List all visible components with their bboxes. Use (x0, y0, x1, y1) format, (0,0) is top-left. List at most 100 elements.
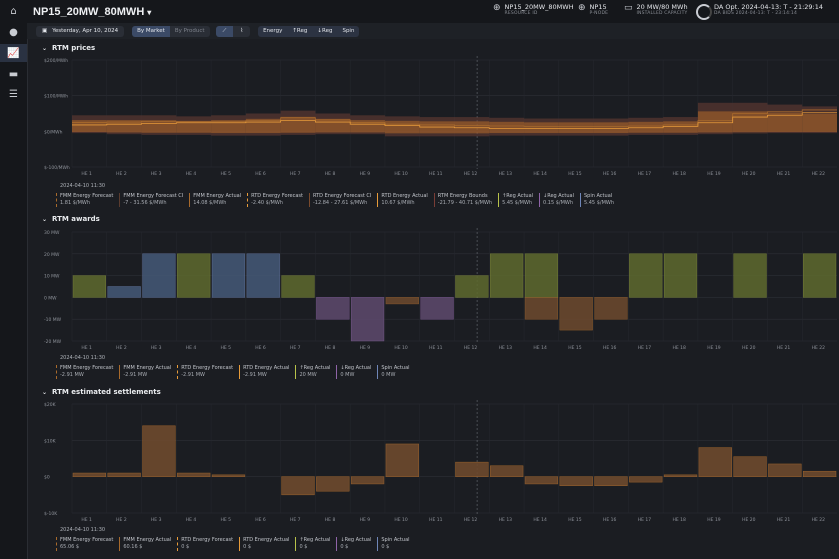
settlement-bar (802, 470, 837, 477)
x-tick-label: HE 21 (777, 517, 791, 523)
x-tick-label: HE 10 (394, 517, 408, 523)
settlement-bar (768, 463, 802, 477)
x-tick-label: HE 12 (464, 517, 478, 523)
legend-item-value: 0 $ (243, 544, 252, 550)
settlement-bar (177, 472, 211, 477)
x-tick-label: HE 5 (220, 517, 231, 523)
legend-item[interactable]: Spin Actual 0 MW (377, 365, 410, 379)
legend-item-name: FMM Energy Forecast (60, 365, 114, 371)
settlement-bar (594, 476, 628, 486)
legend-item[interactable]: FMM Energy Forecast 65.06 $ (56, 537, 113, 551)
legend-item[interactable]: ↑Reg Actual 5.45 $/MWh (498, 193, 533, 207)
x-tick-label: HE 18 (673, 517, 687, 523)
settlement-bar (490, 465, 524, 477)
prices-timestamp: 2024-04-10 11:30 (60, 183, 106, 189)
legend-item[interactable]: FMM Energy Actual -2.91 MW (119, 365, 171, 379)
legend-item-name: Spin Actual (381, 537, 410, 543)
legend-item[interactable]: RTD Energy Forecast -2.40 $/MWh (247, 193, 303, 207)
x-tick-label: HE 1 (81, 517, 92, 523)
legend-item-name: RTD Energy Forecast (181, 365, 234, 371)
legend-item[interactable]: RTD Energy Forecast -2.91 MW (177, 365, 233, 379)
legend-item-name: Spin Actual (381, 365, 410, 371)
legend-item-value: 10.67 $/MWh (381, 200, 415, 206)
x-tick-label: HE 11 (429, 517, 443, 523)
legend-item[interactable]: ↑Reg Actual 20 MW (295, 365, 330, 379)
legend-item-value: 0 $ (381, 544, 390, 550)
settlement-bar (211, 474, 246, 477)
legend-item-name: RTD Energy Forecast (251, 193, 303, 199)
legend-item-value: 60.16 $ (123, 544, 143, 550)
y-tick-label: $10K (44, 438, 57, 444)
legend-item-name: ↑Reg Actual (299, 537, 331, 543)
legend-item[interactable]: RTD Energy Actual 0 $ (239, 537, 289, 551)
legend-item[interactable]: FMM Energy Forecast CI -7 - 31.56 $/MWh (119, 193, 183, 207)
legend-item[interactable]: ↓Reg Actual 0 MW (336, 365, 371, 379)
legend-item-name: RTD Energy Actual (381, 193, 428, 199)
x-tick-label: HE 15 (568, 517, 582, 523)
settlement-bar (281, 476, 315, 496)
settlement-bar (316, 476, 350, 492)
legend-item-name: ↓Reg Actual (340, 537, 372, 543)
legend-item[interactable]: RTD Energy Forecast CI -12.84 - 27.61 $/M… (308, 193, 372, 207)
legend-item-name: ↓Reg Actual (340, 365, 372, 371)
legend-item-value: -12.84 - 27.61 $/MWh (312, 200, 368, 206)
y-tick-label: $-10K (44, 511, 58, 517)
legend-item-value: -2.40 $/MWh (251, 200, 283, 206)
x-tick-label: HE 8 (325, 517, 336, 523)
legend-item[interactable]: RTD Energy Forecast 0 $ (177, 537, 233, 551)
settlement-bar (663, 474, 698, 477)
legend-item-value: 20 MW (299, 372, 317, 378)
legend-item-name: ↑Reg Actual (502, 193, 534, 199)
y-tick-label: $20K (44, 402, 57, 408)
x-tick-label: HE 3 (151, 517, 162, 523)
settlement-bar (350, 476, 385, 485)
settlement-bar (107, 472, 141, 477)
x-tick-label: HE 2 (116, 517, 127, 523)
x-tick-label: HE 20 (742, 517, 756, 523)
legend-item-value: -2.91 MW (123, 372, 148, 378)
legend-item[interactable]: FMM Energy Forecast -2.91 MW (56, 365, 113, 379)
settlement-bar (629, 476, 663, 483)
legend-item[interactable]: FMM Energy Forecast 1.81 $/MWh (56, 193, 113, 207)
x-tick-label: HE 14 (533, 517, 547, 523)
legend-item-name: RTD Energy Actual (243, 537, 290, 543)
legend-item[interactable]: Spin Actual 0 $ (377, 537, 410, 551)
x-tick-label: HE 6 (255, 517, 266, 523)
legend-item[interactable]: Spin Actual 5.45 $/MWh (579, 193, 614, 207)
legend-item[interactable]: RTD Energy Actual 10.67 $/MWh (377, 193, 428, 207)
settlements-chart: $20K $10K $0 $-10K HE 1 HE 2 HE 3 HE 4 HE 5 HE 6 H… (44, 400, 837, 523)
legend-item-value: -21.79 - 40.71 $/MWh (437, 200, 493, 206)
legend-item-value: 1.81 $/MWh (60, 200, 91, 206)
x-tick-label: HE 13 (499, 517, 513, 523)
legend-item-name: RTD Energy Forecast (181, 537, 234, 543)
legend-item-value: 0 $ (299, 544, 308, 550)
legend-item-value: -7 - 31.56 $/MWh (123, 200, 167, 206)
legend-item[interactable]: ↓Reg Actual 0.15 $/MWh (539, 193, 574, 207)
x-tick-label: HE 22 (812, 517, 826, 523)
settlement-bar (733, 456, 767, 477)
legend-item-value: 14.08 $/MWh (193, 200, 227, 206)
legend-item-value: 0 $ (340, 544, 349, 550)
legend-item-name: ↑Reg Actual (299, 365, 331, 371)
settlement-bar (142, 425, 176, 477)
x-tick-label: HE 7 (290, 517, 301, 523)
legend-item[interactable]: ↓Reg Actual 0 $ (336, 537, 371, 551)
legend-item-value: -2.91 MW (181, 372, 206, 378)
legend-item-value: 0.15 $/MWh (543, 200, 574, 206)
legend-item-value: -2.91 MW (243, 372, 267, 378)
legend-item-value: 5.45 $/MWh (583, 200, 614, 206)
settlement-bar (455, 461, 489, 477)
legend-item-name: FMM Energy Actual (123, 365, 172, 371)
legend-item[interactable]: FMM Energy Actual 14.08 $/MWh (189, 193, 241, 207)
y-tick-label: $0 (44, 475, 50, 481)
legend-item-name: RTD Energy Forecast CI (312, 193, 372, 199)
legend-item[interactable]: RTD Energy Actual -2.91 MW (239, 365, 289, 379)
legend-item-name: FMM Energy Actual (123, 537, 172, 543)
legend-item-name: RTD Energy Actual (243, 365, 290, 371)
legend-item[interactable]: FMM Energy Actual 60.16 $ (119, 537, 171, 551)
legend-item-value: -2.91 MW (60, 372, 84, 378)
legend-item[interactable]: ↑Reg Actual 0 $ (295, 537, 330, 551)
x-tick-label: HE 17 (638, 517, 652, 523)
legend-item-value: 5.45 $/MWh (502, 200, 533, 206)
legend-item[interactable]: RTM Energy Bounds -21.79 - 40.71 $/MWh (433, 193, 493, 207)
